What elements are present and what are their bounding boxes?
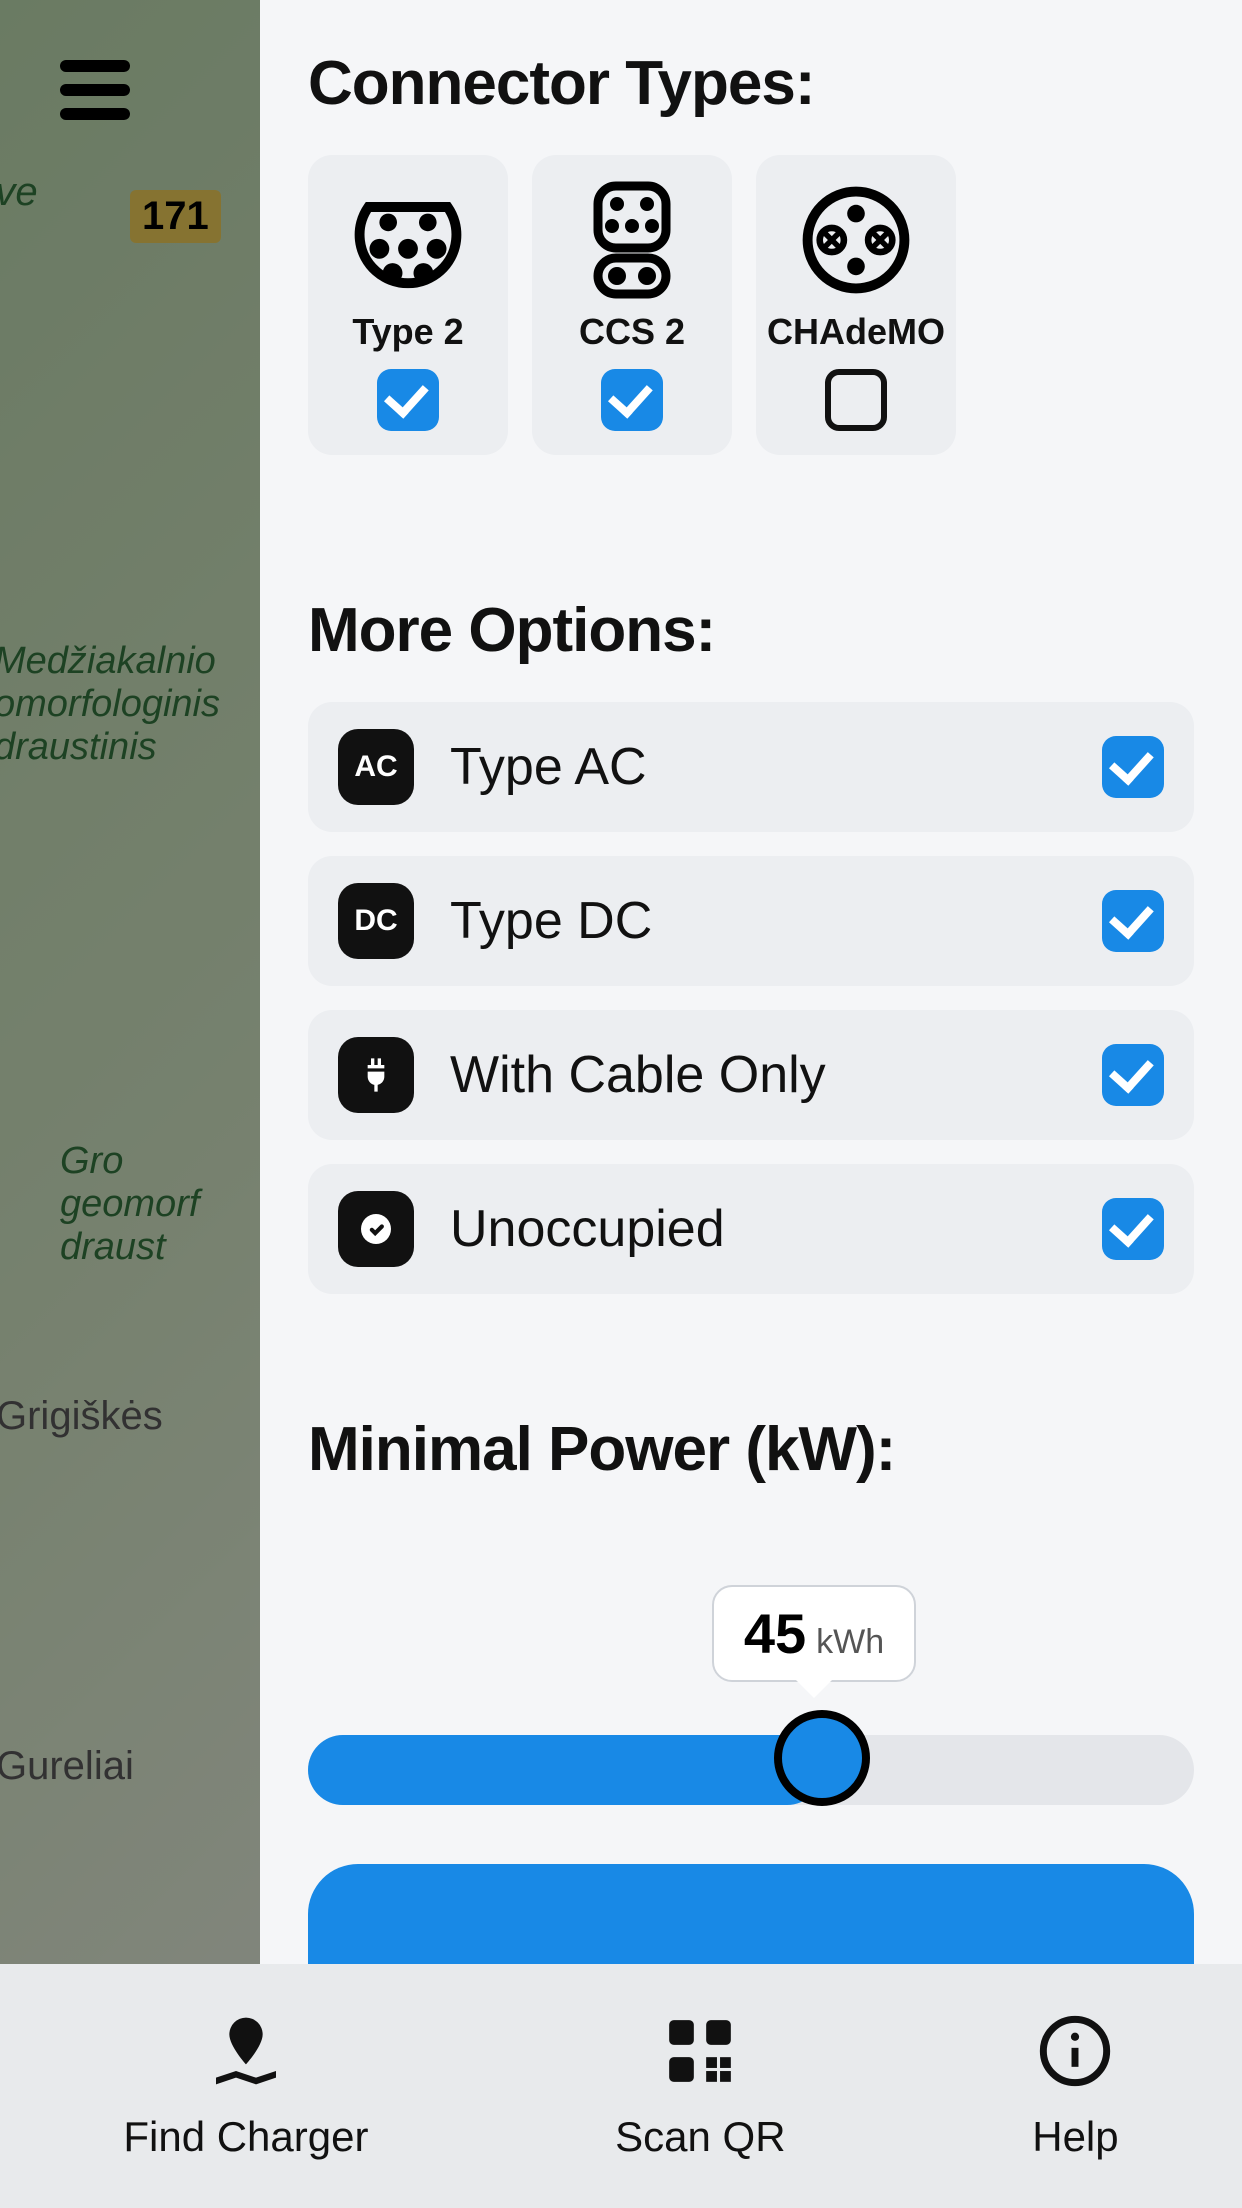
option-label: Type DC (450, 891, 1066, 951)
option-type-dc[interactable]: DC Type DC (308, 856, 1194, 986)
apply-filters-button[interactable] (308, 1864, 1194, 1964)
connector-types-row: Type 2 CCS 2 (308, 155, 1194, 455)
dc-badge-icon: DC (338, 883, 414, 959)
option-checkbox[interactable] (1102, 890, 1164, 952)
map-pin-icon (206, 2011, 286, 2091)
connector-card-ccs2[interactable]: CCS 2 (532, 155, 732, 455)
map-place-label: Gro geomorf draust (60, 1140, 199, 1269)
tab-label: Find Charger (123, 2113, 368, 2161)
qr-icon (660, 2011, 740, 2091)
tab-find-charger[interactable]: Find Charger (123, 2011, 368, 2161)
slider-thumb[interactable] (774, 1710, 870, 1806)
info-icon (1035, 2011, 1115, 2091)
option-unoccupied[interactable]: Unoccupied (308, 1164, 1194, 1294)
menu-icon[interactable] (60, 60, 130, 120)
connector-checkbox[interactable] (601, 369, 663, 431)
road-badge: 171 (130, 190, 221, 243)
filters-drawer: Connector Types: Type 2 (260, 0, 1242, 1964)
connector-label: CCS 2 (579, 311, 685, 353)
map-place-label: Grigiškės (0, 1394, 163, 1439)
connector-card-type2[interactable]: Type 2 (308, 155, 508, 455)
option-label: Unoccupied (450, 1199, 1066, 1259)
slider-unit: kWh (816, 1623, 884, 1662)
plug-icon (338, 1037, 414, 1113)
minimal-power-heading: Minimal Power (kW): (308, 1414, 1194, 1485)
bottom-tabbar: Find Charger Scan QR Help (0, 1964, 1242, 2208)
slider-value-bubble: 45 kWh (712, 1585, 916, 1682)
connector-checkbox[interactable] (377, 369, 439, 431)
check-circle-icon (338, 1191, 414, 1267)
connector-card-chademo[interactable]: CHAdeMO (756, 155, 956, 455)
option-label: With Cable Only (450, 1045, 1066, 1105)
tab-label: Scan QR (615, 2113, 785, 2161)
power-slider[interactable]: 45 kWh (308, 1585, 1194, 1825)
ccs2-connector-icon (577, 185, 687, 295)
slider-value: 45 (744, 1601, 806, 1666)
connectors-heading: Connector Types: (308, 48, 1194, 119)
option-checkbox[interactable] (1102, 1198, 1164, 1260)
connector-checkbox[interactable] (825, 369, 887, 431)
tab-label: Help (1032, 2113, 1118, 2161)
map-place-label: Medžiakalnio omorfologinis draustinis (0, 640, 220, 769)
connector-label: Type 2 (352, 311, 463, 353)
tab-help[interactable]: Help (1032, 2011, 1118, 2161)
option-with-cable[interactable]: With Cable Only (308, 1010, 1194, 1140)
tab-scan-qr[interactable]: Scan QR (615, 2011, 785, 2161)
option-checkbox[interactable] (1102, 1044, 1164, 1106)
chademo-connector-icon (801, 185, 911, 295)
more-options-list: AC Type AC DC Type DC With Cable Only Un… (308, 702, 1194, 1294)
connector-label: CHAdeMO (767, 311, 945, 353)
map-place-label: rve (0, 170, 38, 215)
ac-badge-icon: AC (338, 729, 414, 805)
option-type-ac[interactable]: AC Type AC (308, 702, 1194, 832)
type2-connector-icon (353, 185, 463, 295)
more-options-heading: More Options: (308, 595, 1194, 666)
slider-fill (308, 1735, 822, 1805)
map-place-label: Gureliai (0, 1744, 134, 1789)
option-checkbox[interactable] (1102, 736, 1164, 798)
option-label: Type AC (450, 737, 1066, 797)
